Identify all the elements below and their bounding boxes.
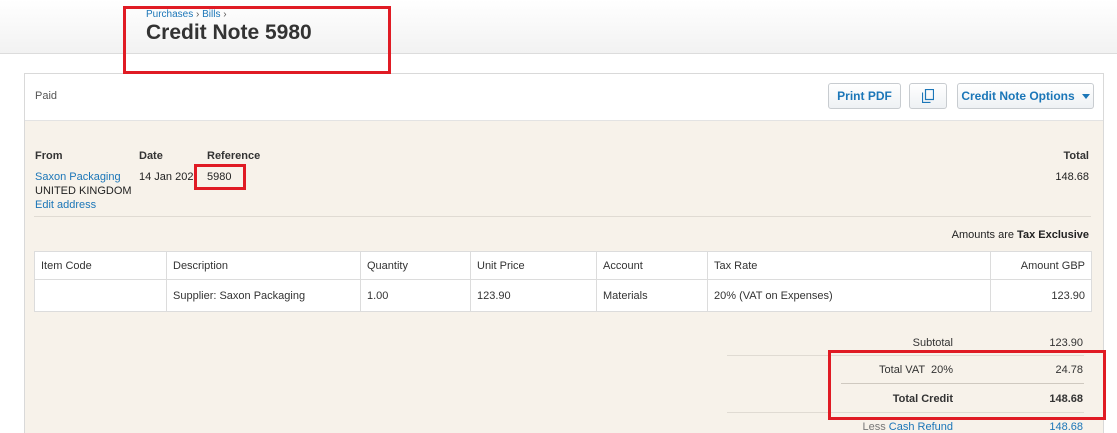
subtotal-value: 123.90	[1049, 337, 1083, 349]
breadcrumb-separator: ›	[220, 9, 227, 20]
credit-note-options-label: Credit Note Options	[961, 89, 1075, 103]
quantity-cell: 1.00	[360, 279, 471, 312]
copy-button[interactable]	[909, 83, 947, 109]
edit-address-link[interactable]: Edit address	[35, 199, 96, 211]
subtotal-label: Subtotal	[912, 337, 953, 349]
column-header: Description	[166, 251, 361, 280]
description-cell: Supplier: Saxon Packaging	[166, 279, 361, 312]
breadcrumb-separator: ›	[193, 9, 203, 20]
column-header: Amount GBP	[990, 251, 1092, 280]
page-title: Credit Note 5980	[146, 21, 312, 44]
status-label: Paid	[35, 90, 58, 102]
item-code-cell	[34, 279, 167, 312]
total-credit-label: Total Credit	[892, 393, 953, 405]
date-value: 14 Jan 202	[139, 171, 194, 183]
less-label: Less	[862, 421, 886, 433]
unit-price-cell: 123.90	[470, 279, 597, 312]
from-contact-link[interactable]: Saxon Packaging	[35, 171, 121, 183]
breadcrumb-bills[interactable]: Bills	[202, 9, 220, 20]
line-items-table: Item Code Description Quantity Unit Pric…	[34, 251, 1092, 312]
breadcrumb-purchases[interactable]: Purchases	[146, 9, 193, 20]
tax-rate-cell: 20% (VAT on Expenses)	[707, 279, 991, 312]
total-credit-value: 148.68	[1049, 393, 1083, 405]
copy-icon	[922, 89, 934, 103]
cash-refund-value[interactable]: 148.68	[983, 421, 1083, 433]
column-header: Unit Price	[470, 251, 597, 280]
reference-value: 5980	[207, 171, 232, 183]
credit-note-panel: Paid Print PDF Credit Note Options From …	[24, 73, 1104, 433]
reference-label: Reference	[207, 150, 261, 162]
total-label: Total	[1063, 150, 1089, 162]
account-cell: Materials	[596, 279, 708, 312]
divider	[34, 216, 1091, 217]
from-label: From	[35, 150, 63, 162]
total-vat-label: Total VAT 20%	[879, 364, 953, 376]
credit-note-options-button[interactable]: Credit Note Options	[957, 83, 1094, 109]
divider	[727, 412, 1084, 413]
print-pdf-button[interactable]: Print PDF	[828, 83, 901, 109]
breadcrumb: Purchases › Bills ›	[146, 9, 227, 20]
date-label: Date	[139, 150, 163, 162]
credit-note-toolbar: Paid Print PDF Credit Note Options	[25, 74, 1103, 121]
table-row[interactable]: Supplier: Saxon Packaging 1.00 123.90 Ma…	[34, 279, 1092, 312]
total-value: 148.68	[1055, 171, 1089, 183]
total-vat-value: 24.78	[1055, 364, 1083, 376]
table-header-row: Item Code Description Quantity Unit Pric…	[34, 251, 1092, 280]
column-header: Quantity	[360, 251, 471, 280]
chevron-down-icon	[1081, 93, 1090, 99]
column-header: Account	[596, 251, 708, 280]
column-header: Item Code	[34, 251, 167, 280]
amounts-are-note: Amounts are Tax Exclusive	[952, 229, 1089, 241]
tax-mode-value: Tax Exclusive	[1017, 229, 1089, 241]
from-country: UNITED KINGDOM	[35, 185, 132, 197]
cash-refund-link[interactable]: Cash Refund	[889, 421, 953, 433]
divider	[727, 355, 1084, 356]
column-header: Tax Rate	[707, 251, 991, 280]
divider	[841, 383, 1084, 384]
cash-refund-row: Less Cash Refund	[725, 421, 953, 433]
amounts-are-prefix: Amounts are	[951, 229, 1014, 241]
amount-cell: 123.90	[990, 279, 1092, 312]
